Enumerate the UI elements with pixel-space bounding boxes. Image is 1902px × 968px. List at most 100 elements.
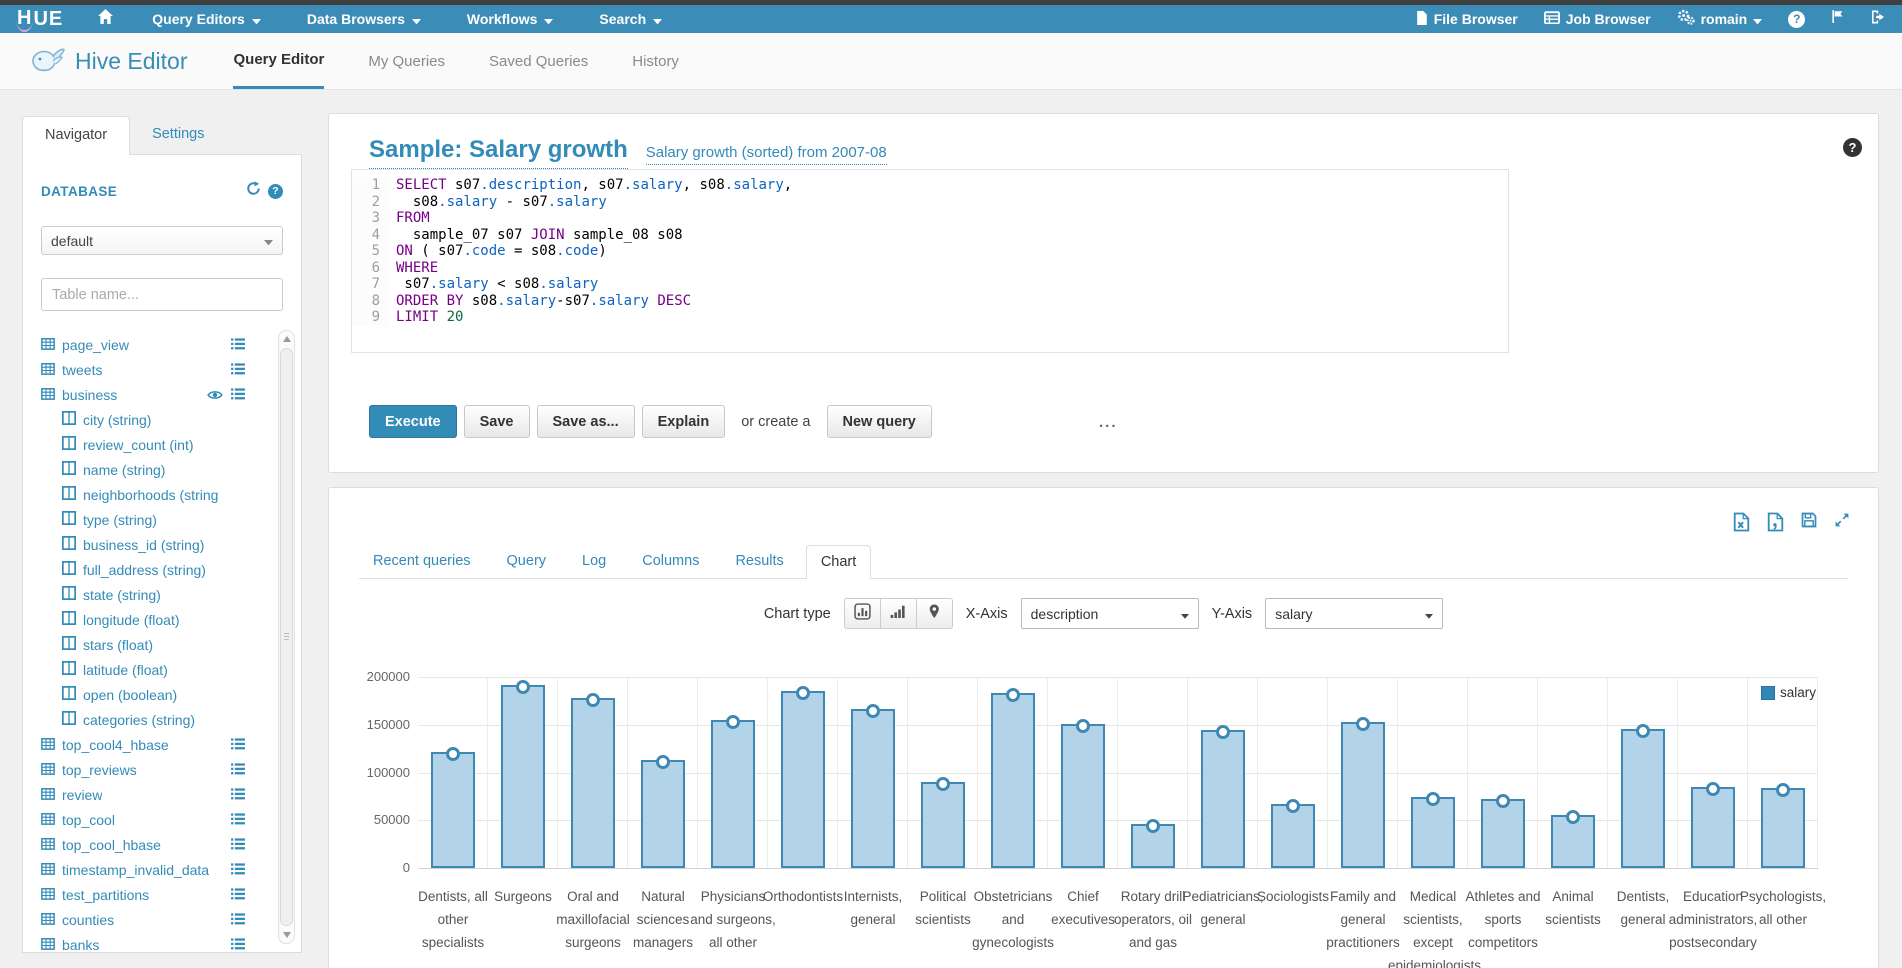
browse-data-icon[interactable] (231, 837, 245, 853)
sidebar-scrollbar[interactable] (278, 330, 295, 944)
tab-navigator[interactable]: Navigator (22, 116, 130, 155)
bar-psychologists-all-other[interactable] (1761, 788, 1805, 868)
table-row-banks[interactable]: banks (41, 932, 283, 957)
table-row-tweets[interactable]: tweets (41, 357, 283, 382)
nav-workflows[interactable]: Workflows (467, 11, 554, 27)
app-brand[interactable]: Hive Editor (30, 33, 187, 89)
table-row-test-partitions[interactable]: test_partitions (41, 882, 283, 907)
tab-saved-queries[interactable]: Saved Queries (489, 33, 588, 89)
browse-data-icon[interactable] (231, 362, 245, 378)
logout-button[interactable] (1870, 9, 1886, 30)
column-row-stars-float[interactable]: stars (float) (41, 632, 283, 657)
browse-data-icon[interactable] (231, 337, 245, 353)
bar-family-and-general-practitioners[interactable] (1341, 722, 1385, 868)
browse-data-icon[interactable] (231, 387, 245, 403)
results-tab-columns[interactable]: Columns (628, 545, 713, 579)
column-row-name-string[interactable]: name (string) (41, 457, 283, 482)
bar-medical-scientists-except-epidemiologists[interactable] (1411, 797, 1455, 868)
table-row-page-view[interactable]: page_view (41, 332, 283, 357)
nav-search[interactable]: Search (599, 11, 662, 27)
results-tab-recent-queries[interactable]: Recent queries (359, 545, 485, 579)
table-row-counties[interactable]: counties (41, 907, 283, 932)
browse-data-icon[interactable] (231, 787, 245, 803)
results-tab-log[interactable]: Log (568, 545, 620, 579)
export-excel-icon[interactable] (1733, 512, 1750, 532)
scroll-down-arrow[interactable] (279, 927, 294, 943)
bar-surgeons[interactable] (501, 685, 545, 868)
hue-logo[interactable]: HUE (16, 7, 63, 32)
browse-data-icon[interactable] (231, 937, 245, 953)
column-row-longitude-float[interactable]: longitude (float) (41, 607, 283, 632)
bar-political-scientists[interactable] (921, 782, 965, 868)
execute-button[interactable]: Execute (369, 405, 457, 438)
table-row-top-reviews[interactable]: top_reviews (41, 757, 283, 782)
expand-results-icon[interactable] (1834, 512, 1850, 532)
y-axis-select[interactable]: salary (1265, 598, 1443, 629)
line-chart-button[interactable] (880, 598, 917, 629)
bar-internists-general[interactable] (851, 709, 895, 868)
column-row-state-string[interactable]: state (string) (41, 582, 283, 607)
save-button[interactable]: Save (464, 405, 530, 438)
bar-dentists-general[interactable] (1621, 729, 1665, 868)
bar-obstetricians-and-gynecologists[interactable] (991, 693, 1035, 868)
bar-athletes-and-sports-competitors[interactable] (1481, 799, 1525, 868)
preview-eye-icon[interactable] (207, 387, 223, 403)
chart-legend[interactable]: salary (1761, 685, 1816, 700)
bar-sociologists[interactable] (1271, 804, 1315, 868)
nav-data-browsers[interactable]: Data Browsers (307, 11, 421, 27)
query-help-icon[interactable]: ? (1843, 138, 1862, 157)
export-csv-icon[interactable] (1767, 512, 1784, 532)
query-subtitle[interactable]: Salary growth (sorted) from 2007-08 (646, 144, 887, 165)
database-select[interactable]: default (41, 226, 283, 255)
query-title[interactable]: Sample: Salary growth (369, 136, 628, 169)
browse-data-icon[interactable] (231, 887, 245, 903)
expand-editor-ellipsis[interactable]: ... (1099, 414, 1118, 431)
bar-dentists-all-other-specialists[interactable] (431, 752, 475, 868)
refresh-icon[interactable] (246, 181, 261, 201)
sql-editor[interactable]: 123456789 SELECT s07.description, s07.sa… (351, 169, 1509, 353)
column-row-full-address-string[interactable]: full_address (string) (41, 557, 283, 582)
table-row-top-cool-hbase[interactable]: top_cool_hbase (41, 832, 283, 857)
column-row-type-string[interactable]: type (string) (41, 507, 283, 532)
results-tab-query[interactable]: Query (493, 545, 561, 579)
save-as-button[interactable]: Save as... (537, 405, 635, 438)
table-row-top-cool4-hbase[interactable]: top_cool4_hbase (41, 732, 283, 757)
new-query-button[interactable]: New query (827, 405, 932, 438)
bar-orthodontists[interactable] (781, 691, 825, 868)
job-browser-link[interactable]: Job Browser (1544, 11, 1651, 28)
feedback-button[interactable] (1831, 9, 1844, 29)
database-help-icon[interactable]: ? (268, 184, 283, 199)
browse-data-icon[interactable] (231, 812, 245, 828)
table-row-timestamp-invalid-data[interactable]: timestamp_invalid_data (41, 857, 283, 882)
file-browser-link[interactable]: File Browser (1416, 11, 1518, 28)
bar-education-administrators-postsecondary[interactable] (1691, 787, 1735, 868)
nav-query-editors[interactable]: Query Editors (152, 11, 261, 27)
tab-query-editor[interactable]: Query Editor (233, 33, 324, 89)
column-row-neighborhoods-string[interactable]: neighborhoods (string (41, 482, 283, 507)
tab-settings[interactable]: Settings (130, 116, 226, 155)
help-button[interactable]: ? (1788, 11, 1805, 28)
bar-chart-button[interactable] (844, 598, 881, 629)
bar-natural-sciences-managers[interactable] (641, 760, 685, 868)
column-row-latitude-float[interactable]: latitude (float) (41, 657, 283, 682)
bar-rotary-drill-operators-oil-and-gas[interactable] (1131, 824, 1175, 868)
bar-animal-scientists[interactable] (1551, 815, 1595, 868)
bar-oral-and-maxillofacial-surgeons[interactable] (571, 698, 615, 868)
column-row-open-boolean[interactable]: open (boolean) (41, 682, 283, 707)
explain-button[interactable]: Explain (642, 405, 726, 438)
tab-my-queries[interactable]: My Queries (368, 33, 445, 89)
map-chart-button[interactable] (916, 598, 953, 629)
table-row-top-cool[interactable]: top_cool (41, 807, 283, 832)
browse-data-icon[interactable] (231, 912, 245, 928)
home-icon[interactable] (97, 8, 114, 30)
user-menu[interactable]: romain (1677, 9, 1763, 28)
scrollbar-thumb[interactable] (280, 348, 293, 926)
bar-pediatricians-general[interactable] (1201, 730, 1245, 868)
tab-history[interactable]: History (632, 33, 679, 89)
sql-code[interactable]: SELECT s07.description, s07.salary, s08.… (388, 177, 792, 326)
table-row-business[interactable]: business (41, 382, 283, 407)
bar-chief-executives[interactable] (1061, 724, 1105, 868)
column-row-city-string[interactable]: city (string) (41, 407, 283, 432)
bar-physicians-and-surgeons-all-other[interactable] (711, 720, 755, 868)
browse-data-icon[interactable] (231, 762, 245, 778)
